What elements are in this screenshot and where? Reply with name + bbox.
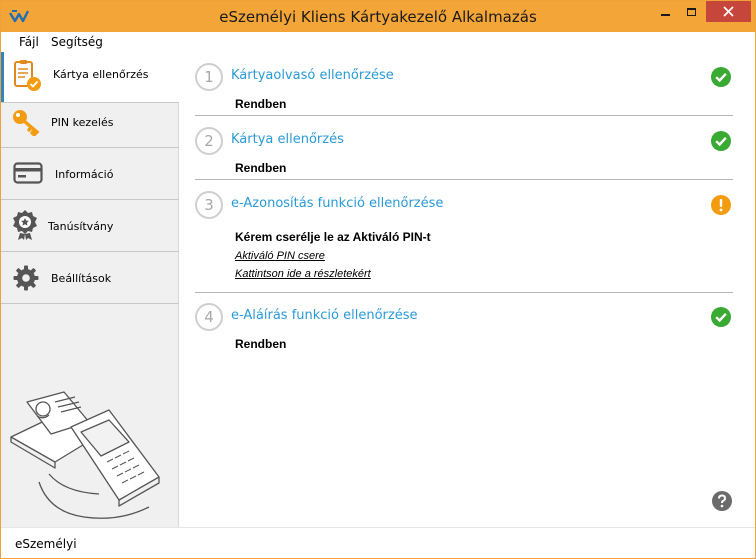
sidebar-item-pin[interactable]: PIN kezelés (1, 96, 179, 148)
certificate-icon (13, 210, 37, 240)
sidebar-item-certificate[interactable]: Tanúsítvány (1, 200, 179, 252)
step-title: e-Aláírás funkció ellenőrzése (231, 308, 418, 323)
step-status: Kérem cserélje le az Aktiváló PIN-t (235, 230, 431, 244)
app-window: eSzemélyi Kliens Kártyakezelő Alkalmazás… (0, 0, 756, 559)
menu-help[interactable]: Segítség (51, 35, 103, 49)
card-reader-illustration (10, 391, 160, 519)
details-link[interactable]: Kattintson ide a részletekért (235, 268, 371, 280)
close-button[interactable] (706, 1, 751, 22)
key-icon (13, 110, 40, 136)
check-circle-icon (711, 307, 731, 327)
card-info-icon (13, 162, 43, 184)
sidebar: Kártya ellenőrzés PIN kezelés Információ (1, 52, 179, 527)
main-content: 1 Kártyaolvasó ellenőrzése Rendben 2 Kár… (179, 52, 755, 527)
step-title: e-Azonosítás funkció ellenőrzése (231, 196, 444, 211)
menu-file[interactable]: Fájl (19, 35, 39, 49)
sidebar-item-label: Tanúsítvány (48, 220, 114, 233)
help-icon[interactable] (712, 491, 732, 511)
active-indicator (1, 52, 4, 102)
activate-pin-link[interactable]: Aktiváló PIN csere (235, 250, 325, 262)
maximize-icon (686, 7, 696, 16)
step-status: Rendben (235, 337, 287, 351)
step-status: Rendben (235, 97, 287, 111)
check-step: 1 Kártyaolvasó ellenőrzése Rendben (195, 63, 733, 113)
gear-icon (13, 265, 39, 291)
sidebar-item-label: Beállítások (51, 272, 112, 285)
check-step: 2 Kártya ellenőrzés Rendben (195, 127, 733, 177)
check-step: 4 e-Aláírás funkció ellenőrzése Rendben (195, 303, 733, 353)
status-bar: eSzemélyi (1, 527, 755, 558)
divider (195, 179, 733, 180)
step-title: Kártyaolvasó ellenőrzése (231, 68, 394, 83)
minimize-button[interactable] (652, 1, 678, 22)
warning-circle-icon (711, 195, 731, 215)
sidebar-item-info[interactable]: Információ (1, 148, 179, 200)
check-step: 3 e-Azonosítás funkció ellenőrzése Kérem… (195, 191, 733, 286)
step-number: 2 (195, 127, 223, 155)
step-status: Rendben (235, 161, 287, 175)
divider (195, 292, 733, 293)
step-number: 1 (195, 63, 223, 91)
step-title: Kártya ellenőrzés (231, 132, 344, 147)
sidebar-item-label: Kártya ellenőrzés (53, 68, 149, 81)
maximize-button[interactable] (678, 1, 704, 22)
sidebar-item-label: PIN kezelés (51, 116, 114, 129)
window-title: eSzemélyi Kliens Kártyakezelő Alkalmazás (219, 8, 537, 26)
minimize-icon (660, 13, 670, 16)
title-bar[interactable]: eSzemélyi Kliens Kártyakezelő Alkalmazás (1, 1, 755, 32)
close-icon (723, 6, 734, 17)
check-circle-icon (711, 67, 731, 87)
card-check-icon (14, 60, 41, 91)
status-bar-text: eSzemélyi (15, 537, 77, 551)
sidebar-item-label: Információ (55, 168, 114, 181)
divider (195, 115, 733, 116)
step-number: 4 (195, 303, 223, 331)
menu-bar: Fájl Segítség (1, 32, 755, 52)
sidebar-item-settings[interactable]: Beállítások (1, 252, 179, 304)
check-circle-icon (711, 131, 731, 151)
step-number: 3 (195, 191, 223, 219)
